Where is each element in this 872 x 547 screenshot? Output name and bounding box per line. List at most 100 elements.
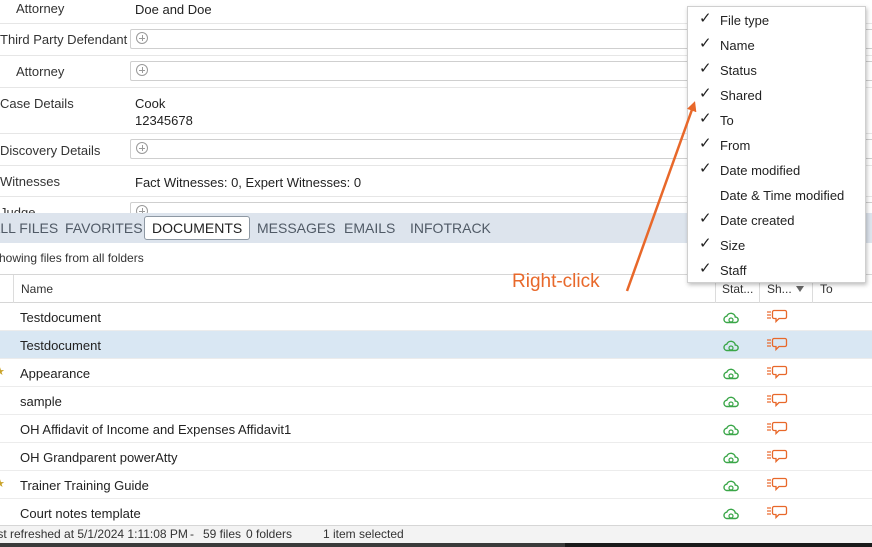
cloud-sync-icon [722,450,740,469]
tab-emails[interactable]: EMAILS [344,217,395,239]
folder-scope-text: Showing files from all folders [0,251,144,265]
star-icon: ★ [0,367,5,378]
case-number-value: 12345678 [135,113,193,128]
file-count-text: 59 files [203,527,242,541]
shared-comment-icon[interactable] [766,308,788,327]
checkmark-icon: ✓ [699,260,712,277]
checkmark-icon: ✓ [699,210,712,227]
menu-item-file-type[interactable]: ✓ File type [688,8,865,33]
menu-item-label: Size [720,238,746,253]
shared-comment-icon[interactable] [766,392,788,411]
table-row[interactable]: ★ Trainer Training Guide [0,471,872,499]
tab-documents[interactable]: DOCUMENTS [144,216,251,240]
checkmark-icon: ✓ [699,10,712,27]
file-name-cell: Trainer Training Guide [20,478,149,493]
menu-item-status[interactable]: ✓ Status [688,58,865,83]
file-name-cell: Testdocument [20,310,101,325]
menu-item-label: From [720,138,751,153]
column-divider [13,275,14,303]
table-row[interactable]: Testdocument [0,303,872,331]
plus-circle-icon[interactable] [136,142,148,154]
menu-item-date-modified[interactable]: ✓ Date modified [688,158,865,183]
sort-down-icon [795,286,804,292]
star-icon: ★ [0,479,5,490]
discovery-details-label: Discovery Details [0,143,101,158]
cloud-sync-icon [722,310,740,329]
column-header-shared[interactable]: Sh... [767,282,804,296]
tab-all-files[interactable]: ALL FILES [0,217,58,239]
shared-comment-icon[interactable] [766,504,788,523]
plus-circle-icon[interactable] [136,64,148,76]
last-refreshed-text: Last refreshed at 5/1/2024 1:11:08 PM [0,527,188,541]
column-chooser-context-menu: ✓ File type ✓ Name ✓ Status ✓ Shared ✓ To ✓ From ✓ Da… [687,6,866,283]
menu-item-name[interactable]: ✓ Name [688,33,865,58]
shared-comment-icon[interactable] [766,364,788,383]
status-bar: Last refreshed at 5/1/2024 1:11:08 PM - … [0,525,872,544]
witnesses-value: Fact Witnesses: 0, Expert Witnesses: 0 [135,175,362,190]
selection-count-text: 1 item selected [323,527,404,541]
menu-item-size[interactable]: ✓ Size [688,233,865,258]
witnesses-label: Witnesses [0,174,60,189]
table-row[interactable]: OH Affidavit of Income and Expenses Affi… [0,415,872,443]
checkmark-icon: ✓ [699,160,712,177]
menu-item-date-time-modified[interactable]: Date & Time modified [688,183,865,208]
status-separator: - [190,527,194,541]
shared-comment-icon[interactable] [766,448,788,467]
right-click-annotation: Right-click [512,271,600,292]
cloud-sync-icon [722,366,740,385]
menu-item-shared[interactable]: ✓ Shared [688,83,865,108]
column-header-shared-label: Sh... [767,282,792,296]
menu-item-label: Status [720,63,757,78]
file-name-cell: OH Grandparent powerAtty [20,450,178,465]
plus-circle-icon[interactable] [136,205,148,213]
third-party-defendant-label: Third Party Defendant [0,32,128,47]
cloud-sync-icon [722,338,740,357]
menu-item-label: Name [720,38,755,53]
checkmark-icon: ✓ [699,235,712,252]
table-row[interactable]: ★ Appearance [0,359,872,387]
checkmark-icon: ✓ [699,110,712,127]
cloud-sync-icon [722,506,740,525]
table-row[interactable]: Court notes template [0,499,872,525]
tab-messages[interactable]: MESSAGES [257,217,336,239]
menu-item-label: File type [720,13,770,28]
column-header-name[interactable]: Name [21,282,53,296]
checkmark-icon: ✓ [699,35,712,52]
checkmark-icon: ✓ [699,60,712,77]
case-name-value: Cook [135,96,166,111]
menu-item-label: To [720,113,734,128]
menu-item-date-created[interactable]: ✓ Date created [688,208,865,233]
checkmark-icon: ✓ [699,135,712,152]
table-row[interactable]: OH Grandparent powerAtty [0,443,872,471]
cloud-sync-icon [722,422,740,441]
cloud-sync-icon [722,478,740,497]
shared-comment-icon[interactable] [766,420,788,439]
plus-circle-icon[interactable] [136,32,148,44]
judge-label: Judge [0,205,36,213]
menu-item-from[interactable]: ✓ From [688,133,865,158]
menu-item-label: Date & Time modified [720,188,845,203]
table-row[interactable]: sample [0,387,872,415]
checkmark-icon: ✓ [699,85,712,102]
column-header-status[interactable]: Stat... [722,282,753,296]
menu-item-staff[interactable]: ✓ Staff [688,258,865,283]
attorney-value: Doe and Doe [135,2,212,17]
shared-comment-icon[interactable] [766,336,788,355]
file-name-cell: Appearance [20,366,91,381]
menu-item-label: Staff [720,263,747,278]
menu-item-label: Date modified [720,163,801,178]
file-name-cell: sample [20,394,62,409]
folder-count-text: 0 folders [246,527,293,541]
tab-favorites[interactable]: FAVORITES [65,217,143,239]
cloud-sync-icon [722,394,740,413]
shared-comment-icon[interactable] [766,476,788,495]
tab-infotrack[interactable]: INFOTRACK [410,217,491,239]
table-row[interactable]: Testdocument [0,331,872,359]
menu-item-to[interactable]: ✓ To [688,108,865,133]
file-name-cell: OH Affidavit of Income and Expenses Affi… [20,422,292,437]
attorney-2-label: Attorney [16,64,65,79]
menu-item-label: Date created [720,213,795,228]
column-header-to[interactable]: To [820,282,833,296]
case-details-label: Case Details [0,96,74,111]
menu-item-label: Shared [720,88,762,103]
